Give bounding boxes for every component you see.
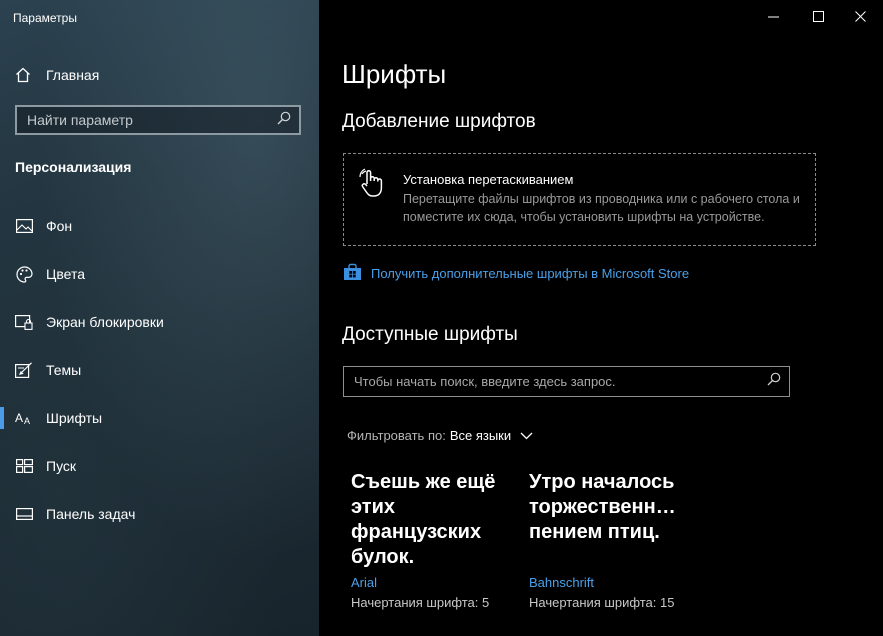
drop-zone-description: Перетащите файлы шрифтов из проводника и… xyxy=(403,192,800,224)
font-faces-count: Начертания шрифта: 5 xyxy=(351,595,490,610)
font-name: Arial xyxy=(351,575,378,590)
sidebar-item-fonts[interactable]: AA Шрифты xyxy=(0,394,319,442)
lock-screen-icon xyxy=(15,313,33,331)
main-content: Шрифты Добавление шрифтов Установка пере… xyxy=(319,0,883,636)
sidebar-nav: Фон Цвета Экран блокировки Темы AA Шрифт… xyxy=(0,202,319,538)
drag-hand-icon xyxy=(357,168,391,205)
drop-zone-title: Установка перетаскиванием xyxy=(403,172,574,187)
sidebar-item-background[interactable]: Фон xyxy=(0,202,319,250)
available-fonts-heading: Доступные шрифты xyxy=(342,324,518,345)
sidebar-item-taskbar[interactable]: Панель задач xyxy=(0,490,319,538)
home-link[interactable]: Главная xyxy=(14,64,99,86)
page-title: Шрифты xyxy=(342,59,447,89)
language-filter[interactable]: Фильтровать по: Все языки xyxy=(347,428,533,443)
sidebar-item-start[interactable]: Пуск xyxy=(0,442,319,490)
sidebar-item-label: Экран блокировки xyxy=(46,314,164,330)
store-link-label: Получить дополнительные шрифты в Microso… xyxy=(371,266,690,281)
start-icon xyxy=(15,457,33,475)
home-icon xyxy=(14,67,32,83)
font-name: Bahnschrift xyxy=(529,575,595,590)
fonts-icon: AA xyxy=(15,409,33,427)
sidebar-item-label: Шрифты xyxy=(46,410,103,426)
taskbar-icon xyxy=(15,505,33,523)
svg-text:A: A xyxy=(15,411,23,425)
palette-icon xyxy=(15,265,33,283)
section-title: Персонализация xyxy=(15,159,132,175)
font-preview-text: Утро началось торжественн… пением птиц. xyxy=(529,471,676,543)
sidebar-item-lock-screen[interactable]: Экран блокировки xyxy=(0,298,319,346)
store-bag-icon xyxy=(343,263,362,284)
microsoft-store-link[interactable]: Получить дополнительные шрифты в Microso… xyxy=(343,263,689,284)
sidebar-item-label: Пуск xyxy=(46,458,77,474)
themes-icon xyxy=(15,361,33,379)
sidebar-item-label: Фон xyxy=(46,218,73,234)
svg-text:A: A xyxy=(24,416,30,425)
sidebar-item-themes[interactable]: Темы xyxy=(0,346,319,394)
font-card-bahnschrift[interactable]: Утро началось торжественн… пением птиц. … xyxy=(529,470,694,610)
font-preview-text: Съешь же ещё этих французских булок. xyxy=(351,471,496,568)
font-search-box[interactable] xyxy=(343,366,790,397)
home-label: Главная xyxy=(46,67,100,83)
sidebar-item-label: Цвета xyxy=(46,266,85,282)
filter-label: Фильтровать по: xyxy=(347,428,446,443)
font-card-arial[interactable]: Съешь же ещё этих французских булок. Ari… xyxy=(351,470,516,610)
font-search-input[interactable] xyxy=(354,374,754,389)
sidebar-item-colors[interactable]: Цвета xyxy=(0,250,319,298)
app-title: Параметры xyxy=(13,11,77,25)
sidebar-item-label: Панель задач xyxy=(46,506,136,522)
settings-search-box[interactable] xyxy=(15,105,301,135)
font-faces-count: Начертания шрифта: 15 xyxy=(529,595,675,610)
chevron-down-icon xyxy=(520,428,533,443)
font-drop-zone[interactable]: Установка перетаскиванием Перетащите фай… xyxy=(343,153,816,246)
search-icon[interactable] xyxy=(277,111,291,130)
picture-icon xyxy=(15,217,33,235)
sidebar-item-label: Темы xyxy=(46,362,82,378)
add-fonts-heading: Добавление шрифтов xyxy=(342,111,536,132)
filter-value: Все языки xyxy=(449,428,512,443)
settings-search-input[interactable] xyxy=(27,112,267,128)
search-icon[interactable] xyxy=(767,372,781,391)
sidebar: Параметры Главная Персонализация Фон Цве… xyxy=(0,0,319,636)
